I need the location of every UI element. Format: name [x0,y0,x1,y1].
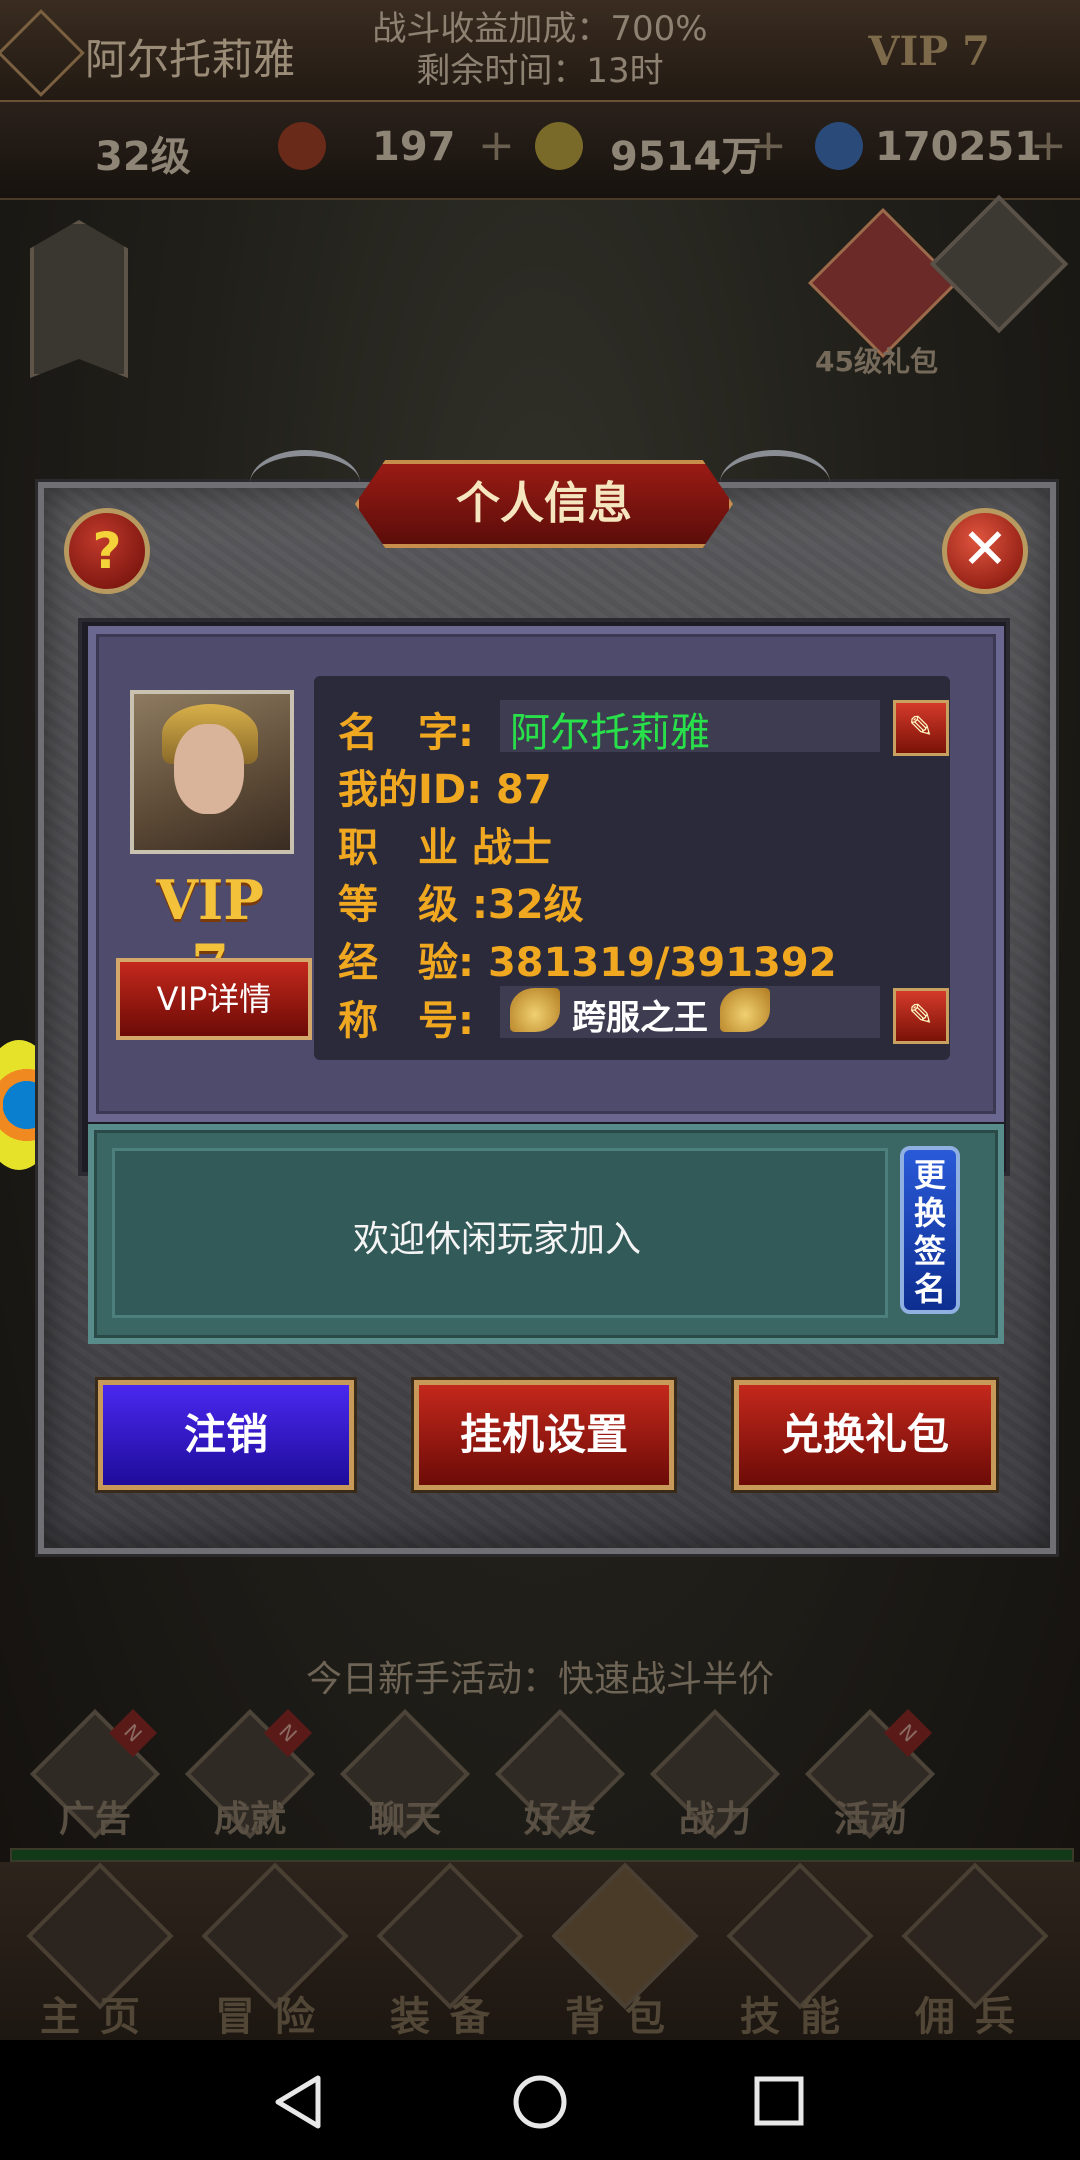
level-label: 等 级 [338,882,458,928]
id-value: 87 [496,767,552,813]
nav-home[interactable]: 主页 [25,1862,175,2040]
edit-title-button[interactable]: ✎ [893,988,949,1044]
mail-icon[interactable] [30,220,128,378]
nav-mercenary[interactable]: 佣兵 [900,1862,1050,2040]
battle-bonus: 战斗收益加成：700% 剩余时间：13时 [330,8,750,92]
exp-label: 经 验: [338,940,474,986]
avatar[interactable] [130,690,294,854]
guild-emblem-icon[interactable] [0,9,85,97]
friends-label: 好友 [523,1799,596,1840]
nav-backpack-label: 背包 [565,1994,685,2040]
player-name: 阿尔托莉雅 [85,35,296,84]
stamina-icon [278,122,326,170]
redeem-gift-button[interactable]: 兑换礼包 [734,1380,996,1490]
nav-equipment[interactable]: 装备 [375,1862,525,2040]
achievement-label: 成就 [213,1799,286,1840]
id-row: 我的ID: 87 [338,757,552,815]
left-wing-ornament [250,450,360,516]
bottom-navigation: 主页 冒险 装备 背包 技能 佣兵 [0,1862,1080,2040]
resource-bar: 32级 197 + 9514万 + 170251 + [0,102,1080,200]
power-button[interactable]: 战力 [649,1708,781,1840]
system-navigation-bar [0,2040,1080,2160]
player-level: 32级 [95,134,191,180]
nav-skills-label: 技能 [740,1994,860,2040]
gem-icon [815,122,863,170]
news-ticker: 今日新手活动：快速战斗半价 [305,1659,774,1700]
power-label: 战力 [678,1799,751,1840]
gold-coin-icon [535,122,583,170]
back-icon[interactable] [270,2074,330,2130]
bonus-time: 剩余时间：13时 [416,51,664,91]
avatar-face [174,724,244,814]
achievement-button[interactable]: 成就 N [184,1708,316,1840]
help-button[interactable]: ? [64,508,150,594]
nav-equipment-label: 装备 [390,1994,510,2040]
vip-details-button[interactable]: VIP详情 [116,958,312,1040]
pen-icon: ✎ [908,710,934,745]
events-button[interactable]: 活动 N [804,1708,936,1840]
add-gem-button[interactable]: + [1030,120,1067,171]
gem-value: 170251 [875,124,1042,170]
job-value: 战士 [471,825,552,871]
level-value: :32级 [471,882,584,928]
level-row: 等 级 :32级 [338,872,584,930]
ad-label: 广告 [58,1799,131,1840]
right-wing-ornament [720,450,830,516]
edit-name-button[interactable]: ✎ [893,700,949,756]
bonus-rate: 战斗收益加成：700% [372,9,708,49]
name-value: 阿尔托莉雅 [510,710,710,756]
id-label: 我的ID: [338,767,483,813]
home-icon[interactable] [510,2072,570,2132]
top-status-bar: 阿尔托莉雅 战斗收益加成：700% 剩余时间：13时 VIP 7 [0,0,1080,102]
close-button[interactable]: ✕ [942,508,1028,594]
logout-button[interactable]: 注销 [98,1380,354,1490]
level-gift-label: 45级礼包 [815,345,938,378]
name-label: 名 字: [338,710,474,756]
job-label: 职 业 [338,825,458,871]
vip-level[interactable]: VIP 7 [868,28,990,75]
signature-text: 欢迎休闲玩家加入 [352,1219,641,1260]
recents-icon[interactable] [752,2074,808,2130]
change-signature-button[interactable]: 更换签名 [900,1146,960,1314]
exp-progress-bar [10,1848,1074,1862]
ad-button[interactable]: 广告 N [29,1708,161,1840]
nav-mercenary-label: 佣兵 [915,1994,1035,2040]
nav-skills[interactable]: 技能 [725,1862,875,2040]
activity-row: 广告 N 成就 N 聊天 好友 战力 活动 N [29,1708,1050,1840]
dialog-title: 个人信息 [355,460,733,548]
chat-button[interactable]: 聊天 [339,1708,471,1840]
friends-button[interactable]: 好友 [494,1708,626,1840]
chat-label: 聊天 [368,1799,441,1840]
gold-value: 9514万 [610,134,762,180]
stamina-value: 197 [372,124,456,170]
pen-icon: ✎ [908,998,934,1033]
events-label: 活动 [833,1799,906,1840]
job-row: 职 业 战士 [338,815,552,873]
nav-backpack[interactable]: 背包 [550,1862,700,2040]
nav-adventure-label: 冒险 [215,1994,335,2040]
idle-settings-button[interactable]: 挂机设置 [414,1380,674,1490]
nav-adventure[interactable]: 冒险 [200,1862,350,2040]
add-stamina-button[interactable]: + [478,120,515,171]
add-gold-button[interactable]: + [750,120,787,171]
nav-home-label: 主页 [40,1994,160,2040]
exp-row: 经 验: 381319/391392 [338,930,837,988]
title-label: 称 号: [338,998,474,1044]
exp-value: 381319/391392 [487,940,837,986]
wing-right-icon [720,988,770,1032]
